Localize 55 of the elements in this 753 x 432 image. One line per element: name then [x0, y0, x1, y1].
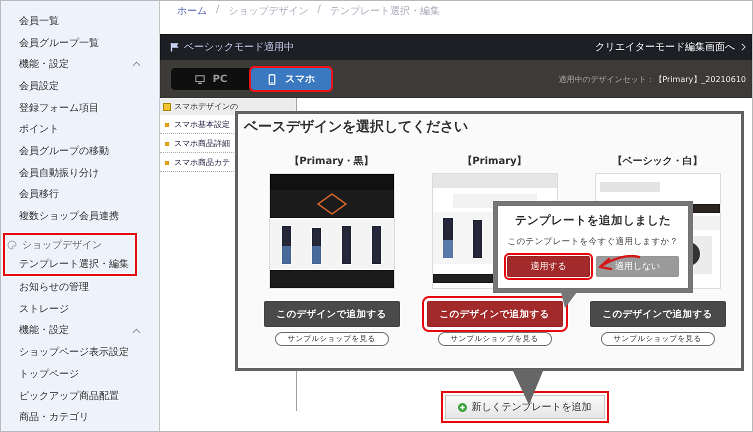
- sidebar-item[interactable]: 会員グループの移動: [19, 144, 109, 158]
- sidebar-item[interactable]: ショップページ表示設定: [19, 345, 129, 360]
- sidebar-group[interactable]: 機能・設定: [19, 57, 69, 72]
- chevron-up-icon[interactable]: [132, 61, 141, 68]
- dialog-title: テンプレートを追加しました: [515, 213, 671, 228]
- dialog-message: このテンプレートを今すぐ適用しますか？: [508, 236, 678, 248]
- template-name: 【Primary・黒】: [289, 154, 374, 169]
- device-tab[interactable]: スマホ: [251, 68, 331, 90]
- apply-button[interactable]: 適用する: [507, 256, 590, 277]
- template-name: 【ベーシック・白】: [612, 154, 702, 169]
- sidebar-item[interactable]: 会員移行: [19, 187, 59, 202]
- phone-icon: [267, 74, 277, 84]
- sub-panel-title: スマホデザインの: [174, 101, 238, 112]
- bullet-icon: [165, 142, 169, 146]
- sidebar-item[interactable]: 登録フォーム項目: [19, 100, 99, 115]
- breadcrumb-separator: /: [216, 4, 220, 17]
- sidebar-group[interactable]: 機能・設定: [19, 323, 69, 338]
- mode-status: ベーシックモード適用中: [184, 40, 295, 54]
- applied-set-label: 適用中のデザインセット：: [558, 74, 654, 84]
- sidebar-item[interactable]: ポイント: [19, 122, 59, 136]
- chevron-right-icon[interactable]: [741, 43, 746, 51]
- applied-set-value: 【Primary】_20210610: [654, 74, 746, 84]
- bullet-icon: [165, 122, 169, 126]
- add-design-button[interactable]: このデザインで追加する: [426, 301, 562, 327]
- sidebar-item[interactable]: 会員設定: [19, 78, 59, 93]
- sidebar-item[interactable]: 会員一覧: [19, 14, 59, 28]
- creator-mode-link[interactable]: クリエイターモード編集画面へ: [595, 40, 735, 54]
- palette-icon: [7, 240, 17, 250]
- breadcrumb-separator: /: [317, 4, 321, 17]
- chevron-up-icon[interactable]: [132, 328, 141, 334]
- sidebar-item[interactable]: ピックアップ商品配置: [19, 388, 119, 403]
- add-design-button[interactable]: このデザインで追加する: [590, 301, 726, 327]
- sub-panel-link[interactable]: スマホ商品カテ: [174, 157, 230, 168]
- plus-icon: [458, 402, 466, 412]
- sidebar-section-title: ショップデザイン: [22, 238, 102, 252]
- monitor-icon: [194, 74, 205, 84]
- sub-panel-link[interactable]: スマホ商品詳細: [174, 138, 230, 149]
- device-tab[interactable]: PC: [171, 68, 251, 90]
- sidebar-item[interactable]: ストレージ: [19, 302, 69, 316]
- sidebar-item[interactable]: 商品・カテゴリ: [19, 410, 89, 424]
- flag-icon: [170, 42, 180, 52]
- sidebar-item[interactable]: トップページ: [19, 366, 79, 381]
- breadcrumb-current: テンプレート選択・編集: [330, 4, 440, 19]
- sidebar-item[interactable]: お知らせの管理: [19, 280, 89, 294]
- modal-title: ベースデザインを選択してください: [242, 118, 469, 136]
- sidebar-item[interactable]: 複数ショップ会員連携: [19, 209, 119, 224]
- sidebar-item[interactable]: 会員自動振り分け: [19, 166, 99, 180]
- square-bullet-icon: [163, 102, 171, 110]
- add-template-button[interactable]: 新しくテンプレートを追加: [444, 395, 604, 419]
- breadcrumb-link[interactable]: ホーム: [177, 4, 207, 34]
- sidebar-item[interactable]: 会員グループ一覧: [19, 36, 99, 50]
- sub-panel-link[interactable]: スマホ基本設定: [174, 119, 230, 130]
- add-design-button[interactable]: このデザインで追加する: [264, 301, 400, 327]
- bullet-icon: [165, 160, 169, 164]
- template-name: 【Primary】: [462, 154, 527, 169]
